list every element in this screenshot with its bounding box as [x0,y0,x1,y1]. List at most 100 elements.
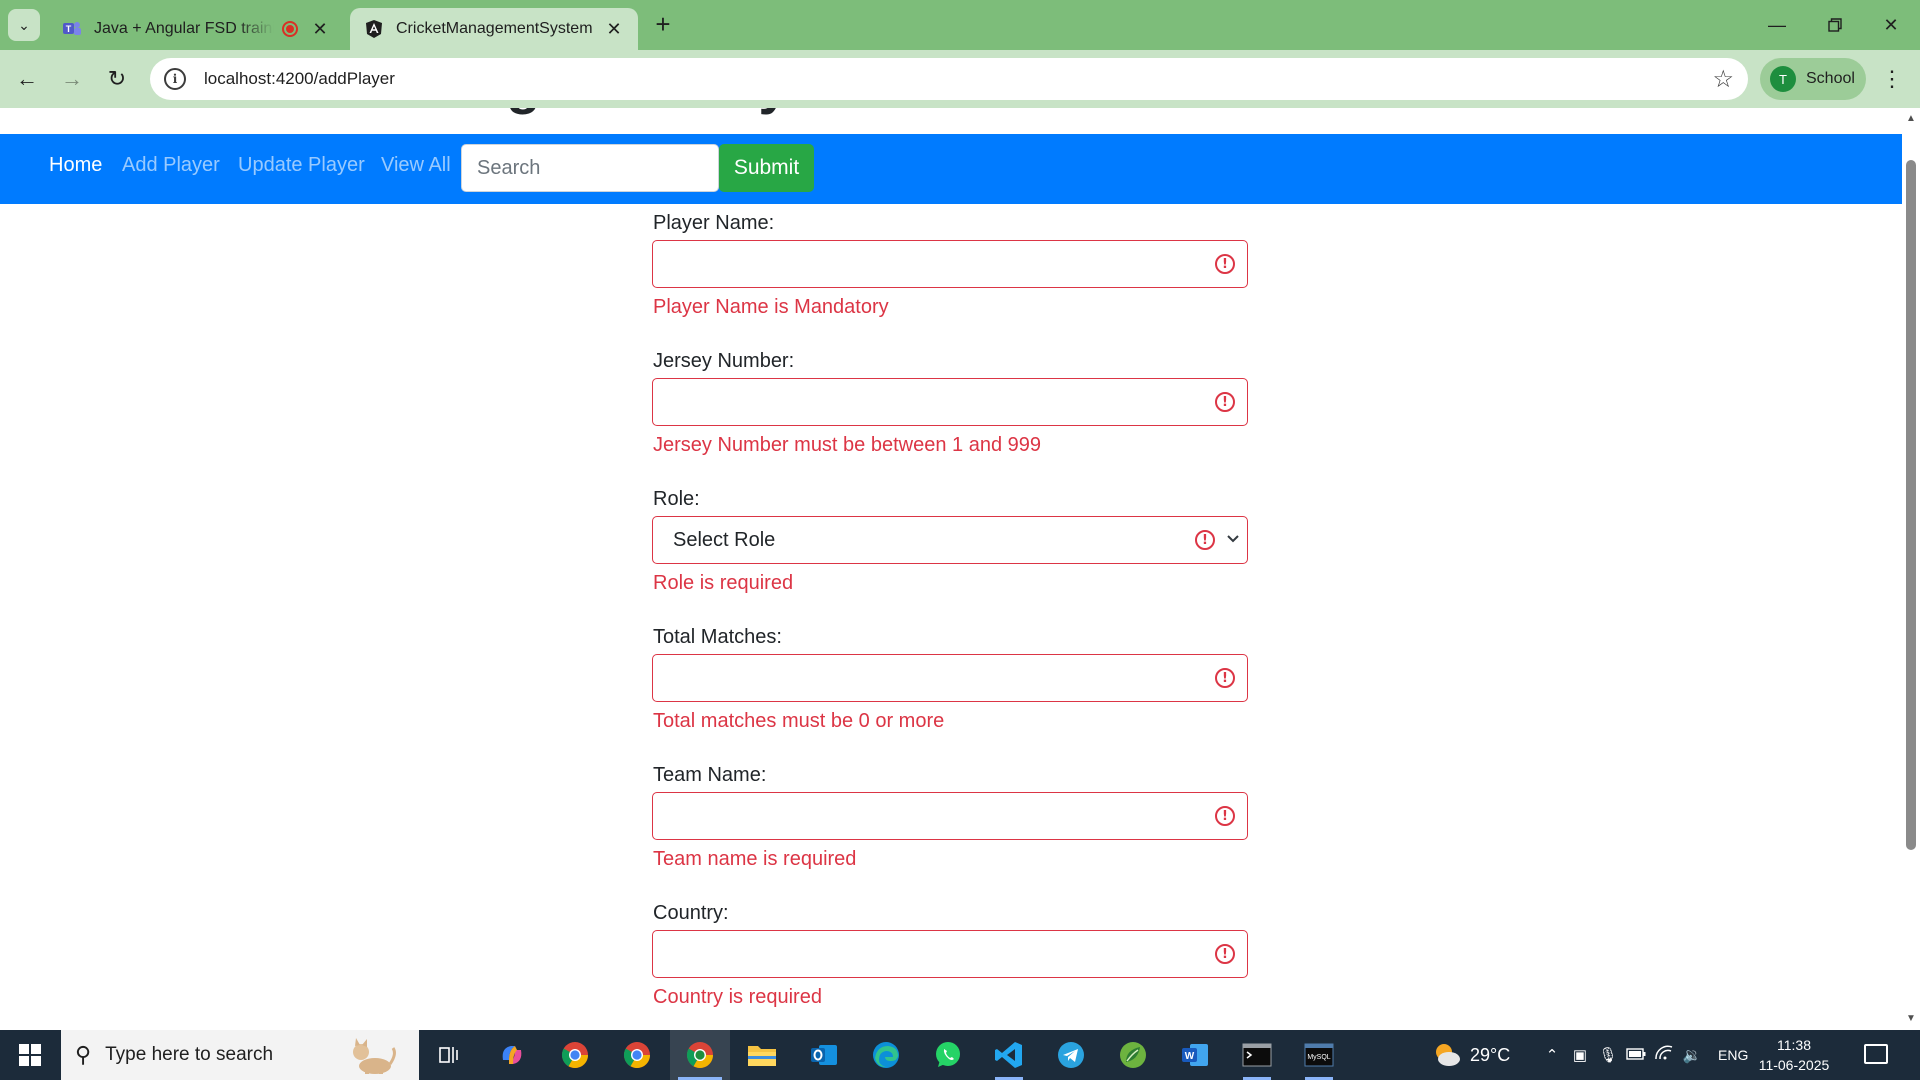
start-button[interactable] [0,1030,60,1080]
weather-widget[interactable]: 29°C [1432,1030,1510,1080]
notification-center-icon[interactable] [1864,1044,1888,1064]
weather-temperature: 29°C [1470,1044,1511,1065]
whatsapp-icon[interactable] [930,1037,966,1073]
role-error: Role is required [653,572,794,594]
country-input[interactable]: ! [652,930,1248,978]
page-title: Cricket Team Management System [0,108,920,117]
player-name-error: Player Name is Mandatory [653,296,889,318]
team-name-label: Team Name: [653,764,767,786]
nav-link-update-player[interactable]: Update Player [238,154,365,177]
file-explorer-icon[interactable] [744,1037,780,1073]
close-tab-icon[interactable]: ✕ [604,19,624,40]
system-tray: ⌃ ▣ 🎙 🔉 ENG [1540,1030,1748,1080]
forward-button[interactable]: → [55,62,89,96]
back-button[interactable]: ← [10,62,44,96]
taskbar-clock[interactable]: 11:38 11-06-2025 [1744,1035,1844,1075]
search-input[interactable] [461,144,719,192]
spring-tool-suite-icon[interactable] [1115,1037,1151,1073]
minimize-button[interactable]: — [1748,0,1806,50]
meet-now-icon[interactable]: ▣ [1568,1046,1592,1064]
nav-link-view-all[interactable]: View All [381,154,451,177]
copilot-icon[interactable] [494,1037,530,1073]
browser-tab-training[interactable]: T Java + Angular FSD training ✕ [48,8,344,50]
jersey-number-input[interactable]: ! [652,378,1248,426]
battery-icon[interactable] [1624,1047,1648,1064]
total-matches-group: Total Matches: ! Total matches must be 0… [652,618,1248,756]
team-name-error: Team name is required [653,848,857,870]
telegram-icon[interactable] [1053,1037,1089,1073]
chrome-icon[interactable] [619,1037,655,1073]
task-view-icon[interactable] [432,1037,468,1073]
microphone-icon[interactable]: 🎙 [1596,1046,1620,1064]
add-player-form: Player Name: ! Player Name is Mandatory … [652,204,1248,1030]
nav-link-add-player[interactable]: Add Player [122,154,220,177]
chevron-down-icon [1223,527,1243,551]
nav-link-home[interactable]: Home [49,154,102,177]
team-name-group: Team Name: ! Team name is required [652,756,1248,894]
site-info-icon[interactable]: i [164,68,186,90]
role-select[interactable]: Select Role ! [652,516,1248,564]
svg-text:T: T [66,24,72,34]
angular-icon [364,19,384,39]
reload-button[interactable]: ↻ [100,62,134,96]
profile-label: School [1806,70,1855,87]
invalid-icon: ! [1215,944,1235,964]
word-icon[interactable]: W [1177,1037,1213,1073]
role-label: Role: [653,488,700,510]
invalid-icon: ! [1215,806,1235,826]
invalid-icon: ! [1215,392,1235,412]
invalid-icon: ! [1195,530,1215,550]
vscode-icon[interactable] [991,1037,1027,1080]
svg-text:W: W [1185,1051,1195,1062]
chevron-down-icon: ⌄ [18,16,30,33]
browser-tab-strip: ⌄ T Java + Angular FSD training ✕ Cricke… [0,0,1920,50]
chrome-icon[interactable] [670,1030,730,1080]
recording-icon [282,21,298,37]
teams-icon: T [62,19,82,39]
bookmark-star-icon[interactable]: ☆ [1712,65,1734,94]
jersey-number-error: Jersey Number must be between 1 and 999 [653,434,1041,456]
role-selected-value: Select Role [673,529,776,551]
url-text: localhost:4200/addPlayer [204,69,395,88]
volume-icon[interactable]: 🔉 [1680,1046,1704,1064]
close-tab-icon[interactable]: ✕ [310,19,330,40]
submit-button[interactable]: Submit [719,144,814,192]
restore-button[interactable] [1806,0,1864,50]
browser-tab-cricket[interactable]: CricketManagementSystem ✕ [350,8,638,50]
chrome-icon[interactable] [557,1037,593,1073]
page-viewport: Cricket Team Management System Home Add … [0,108,1920,1030]
edge-icon[interactable] [868,1037,904,1073]
scroll-down-arrow-icon[interactable]: ▼ [1906,1014,1916,1024]
profile-button[interactable]: T School [1760,58,1866,100]
chevron-up-icon[interactable]: ⌃ [1540,1046,1564,1064]
scrollbar-thumb[interactable] [1906,160,1916,850]
page-scrollbar[interactable]: ▲ ▼ [1902,108,1920,1030]
total-matches-label: Total Matches: [653,626,782,648]
address-bar[interactable]: i localhost:4200/addPlayer ☆ [150,58,1748,100]
windows-logo-icon [19,1044,41,1066]
outlook-icon[interactable] [806,1037,842,1073]
mysql-icon[interactable]: MySQL [1301,1037,1337,1080]
total-matches-input[interactable]: ! [652,654,1248,702]
wifi-icon[interactable] [1652,1045,1676,1065]
player-name-label: Player Name: [653,212,775,234]
browser-menu-icon[interactable]: ⋮ [1880,62,1904,96]
terminal-icon[interactable] [1239,1037,1275,1080]
new-tab-button[interactable]: + [648,9,678,41]
tab-search-button[interactable]: ⌄ [8,9,40,41]
country-group: Country: ! Country is required [652,894,1248,1030]
team-name-input[interactable]: ! [652,792,1248,840]
cat-illustration-icon [353,1038,396,1074]
taskbar-search-box[interactable]: ⚲ Type here to search [61,1030,419,1080]
weather-cloud-sun-icon [1436,1044,1460,1066]
close-window-button[interactable]: ✕ [1862,0,1920,50]
jersey-number-label: Jersey Number: [653,350,795,372]
browser-toolbar: ← → ↻ i localhost:4200/addPlayer ☆ T Sch… [0,50,1920,108]
player-name-input[interactable]: ! [652,240,1248,288]
tab-title: CricketManagementSystem [396,20,593,37]
total-matches-error: Total matches must be 0 or more [653,710,945,732]
avatar: T [1770,66,1796,92]
windows-taskbar: ⚲ Type here to search W MySQL 29°C ⌃ ▣ 🎙… [0,1030,1920,1080]
scroll-up-arrow-icon[interactable]: ▲ [1906,114,1916,124]
clock-date: 11-06-2025 [1758,1057,1830,1073]
